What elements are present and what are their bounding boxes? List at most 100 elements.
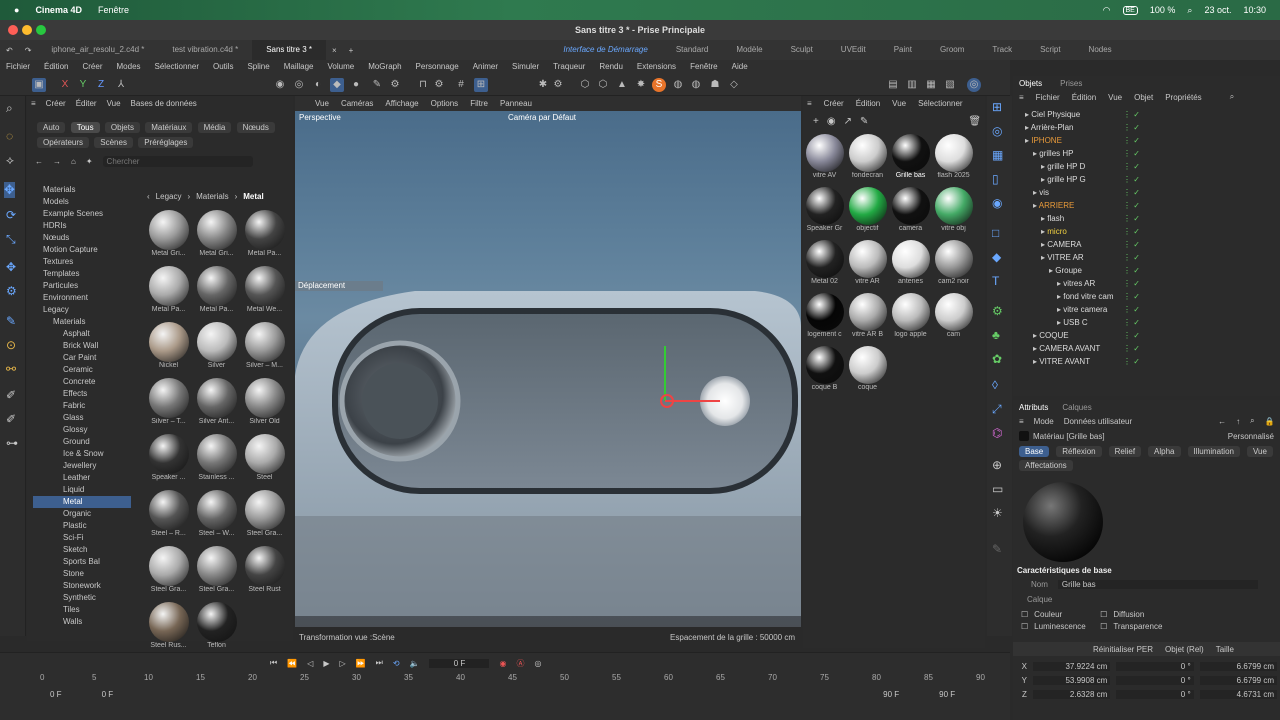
field-icon[interactable]: ⌬ xyxy=(992,426,1002,440)
menu-item[interactable]: Aide xyxy=(732,60,748,74)
attr-subtab[interactable]: Réflexion xyxy=(1056,445,1102,457)
asset-thumbnail[interactable]: Steel – R... xyxy=(145,490,192,537)
object-row[interactable]: ▸ COQUE ⋮ ✓ xyxy=(1013,329,1280,342)
asset-tree-item[interactable]: Stonework xyxy=(33,580,131,592)
object-row[interactable]: ▸ vitre camera ⋮ ✓ xyxy=(1013,303,1280,316)
axis-y-toggle[interactable]: Y xyxy=(76,78,90,92)
panel-menu-icon[interactable]: ≡ xyxy=(1019,417,1024,426)
asset-tree-item[interactable]: Organic xyxy=(33,508,131,520)
camera-tool-icon[interactable]: ◍ xyxy=(689,78,703,92)
visibility-flags[interactable]: ⋮ ✓ xyxy=(1123,147,1140,160)
effector-icon[interactable]: ✿ xyxy=(992,352,1002,366)
asset-thumbnail[interactable]: Metal Pa... xyxy=(193,266,240,313)
object-row[interactable]: ▸ flash ⋮ ✓ xyxy=(1013,212,1280,225)
material-item[interactable]: cam2 noir xyxy=(932,240,975,285)
tab-prises[interactable]: Prises xyxy=(1060,79,1082,88)
apple-icon[interactable]: ● xyxy=(14,5,19,15)
back-icon[interactable]: ← xyxy=(1218,417,1226,426)
cube-icon[interactable]: ◆ xyxy=(330,78,344,92)
asset-tree-item[interactable]: Sports Bal xyxy=(33,556,131,568)
sky-icon[interactable]: ◍ xyxy=(671,78,685,92)
material-menu-item[interactable]: Créer xyxy=(824,99,844,108)
material-item[interactable]: vitre AR xyxy=(846,240,889,285)
asset-thumbnail[interactable]: Speaker ... xyxy=(145,434,192,481)
material-item[interactable]: coque B xyxy=(803,346,846,391)
asset-thumbnail[interactable]: Teflon xyxy=(193,602,240,649)
close-tab-icon[interactable]: × xyxy=(326,46,343,55)
visibility-flags[interactable]: ⋮ ✓ xyxy=(1123,225,1140,238)
layout-tab[interactable]: Script xyxy=(1026,40,1074,60)
filter-chip[interactable]: Objets xyxy=(104,122,140,133)
current-frame-field[interactable]: 0 F xyxy=(429,658,490,668)
asset-tree-item[interactable]: Glossy xyxy=(33,424,131,436)
asset-tree-item[interactable]: Materials xyxy=(33,184,131,196)
material-item[interactable]: vitre obj xyxy=(932,187,975,232)
asset-tree-item[interactable]: Jewellery xyxy=(33,460,131,472)
asset-tree-item[interactable]: Asphalt xyxy=(33,328,131,340)
checkbox[interactable]: ☐ xyxy=(1100,622,1107,631)
redo-icon[interactable]: ↷ xyxy=(19,46,38,55)
visibility-flags[interactable]: ⋮ ✓ xyxy=(1123,173,1140,186)
asset-tree-item[interactable]: Legacy xyxy=(33,304,131,316)
interactive-render-icon[interactable]: ◎ xyxy=(967,78,981,92)
asset-thumbnail[interactable]: Metal Gri... xyxy=(193,210,240,257)
material-ball-icon[interactable]: ◉ xyxy=(827,116,836,127)
material-item[interactable]: fondecran xyxy=(846,134,889,179)
asset-tree-item[interactable]: Example Scenes xyxy=(33,208,131,220)
prev-frame-icon[interactable]: ◁ xyxy=(307,659,313,668)
language-badge[interactable]: BE xyxy=(1122,5,1138,15)
custom-dropdown[interactable]: Personnalisé xyxy=(1228,432,1274,441)
play-icon[interactable]: ▶ xyxy=(323,659,329,668)
mograph-icon[interactable]: ✱ xyxy=(536,78,550,92)
menu-item[interactable]: Volume xyxy=(328,60,355,74)
layout-tab[interactable]: Groom xyxy=(926,40,978,60)
deformer-icon[interactable]: ⤢ xyxy=(992,402,1002,417)
visibility-flags[interactable]: ⋮ ✓ xyxy=(1123,277,1140,290)
viewport-layout-icon[interactable]: ▤ xyxy=(886,78,900,92)
end-frame[interactable]: 90 F xyxy=(883,690,899,699)
coord-rot[interactable]: 0 ° xyxy=(1116,689,1194,699)
visibility-flags[interactable]: ⋮ ✓ xyxy=(1123,134,1140,147)
menu-item[interactable]: Sélectionner xyxy=(155,60,199,74)
forward-icon[interactable]: → xyxy=(53,157,61,166)
asset-tree-item[interactable]: Ice & Snow xyxy=(33,448,131,460)
material-item[interactable]: flash 2025 xyxy=(932,134,975,179)
material-item[interactable]: camera xyxy=(889,187,932,232)
spline-pen-icon[interactable]: ◊ xyxy=(992,378,998,392)
asset-tree-item[interactable]: Tiles xyxy=(33,604,131,616)
material-item[interactable]: antenes xyxy=(889,240,932,285)
add-material-icon[interactable]: + xyxy=(813,116,819,127)
asset-tree-item[interactable]: Fabric xyxy=(33,400,131,412)
object-row[interactable]: ▸ Ciel Physique ⋮ ✓ xyxy=(1013,108,1280,121)
asset-thumbnail[interactable]: Silver Ant... xyxy=(193,378,240,425)
add-tab-icon[interactable]: + xyxy=(343,46,360,55)
material-item[interactable]: logement c xyxy=(803,293,846,338)
tab-objets[interactable]: Objets xyxy=(1019,79,1042,88)
checkbox[interactable]: ☐ xyxy=(1021,622,1028,631)
menu-item[interactable]: Créer xyxy=(82,60,102,74)
object-row[interactable]: ▸ grille HP D ⋮ ✓ xyxy=(1013,160,1280,173)
grid-icon[interactable]: # xyxy=(454,78,468,92)
attr-mode-menu[interactable]: Mode xyxy=(1034,417,1054,426)
axis-z-toggle[interactable]: Z xyxy=(94,78,108,92)
filter-chip-active[interactable]: Tous xyxy=(70,122,100,133)
search-icon[interactable]: ⌕ xyxy=(1230,92,1234,102)
tab-attributs[interactable]: Attributs xyxy=(1019,403,1048,412)
trash-icon[interactable]: 🗑 xyxy=(968,116,981,127)
checkbox[interactable]: ☐ xyxy=(1100,610,1107,619)
visibility-flags[interactable]: ⋮ ✓ xyxy=(1123,290,1140,303)
cube-icon[interactable]: ◆ xyxy=(992,250,1001,264)
menu-item[interactable]: Traqueur xyxy=(553,60,585,74)
asset-tree-item[interactable]: Walls xyxy=(33,616,131,624)
redshift-icon[interactable]: S xyxy=(652,78,666,92)
square-icon[interactable]: □ xyxy=(992,226,999,240)
object-menu-item[interactable]: Vue xyxy=(1108,93,1122,102)
visibility-flags[interactable]: ⋮ ✓ xyxy=(1123,329,1140,342)
doc-tab[interactable]: test vibration.c4d * xyxy=(158,40,252,60)
goto-end-icon[interactable]: ⏭ xyxy=(376,658,383,668)
menu-item[interactable]: MoGraph xyxy=(368,60,401,74)
reset-psr-button[interactable]: Réinitialiser PER xyxy=(1093,645,1153,654)
breadcrumb-item[interactable]: Materials xyxy=(196,192,228,201)
object-menu-item[interactable]: Objet xyxy=(1134,93,1153,102)
lock-icon[interactable]: 🔒 xyxy=(1265,417,1275,426)
